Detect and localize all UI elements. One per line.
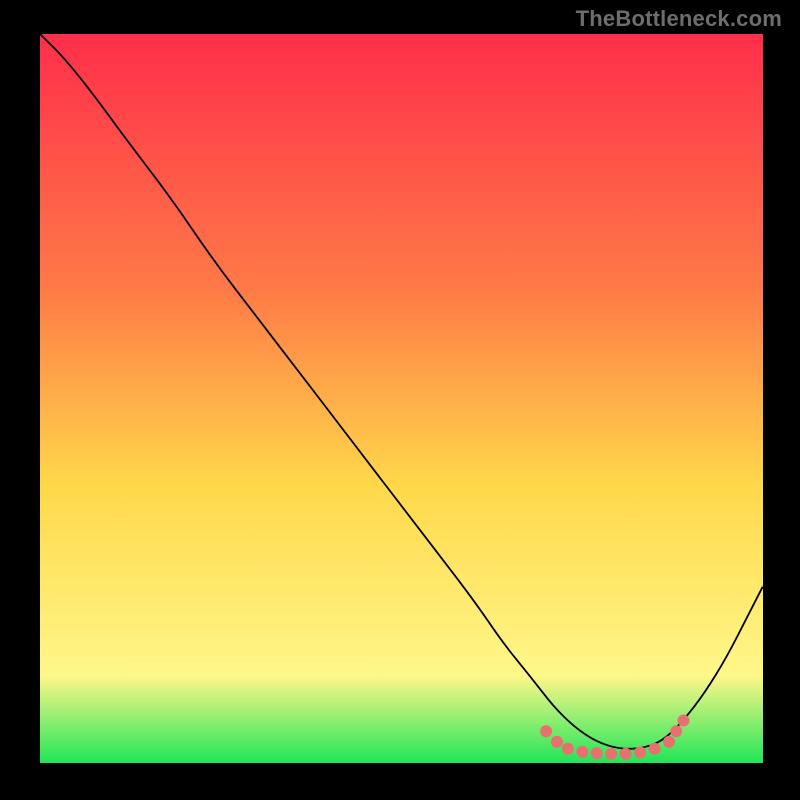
curve-marker (576, 746, 588, 758)
chart-frame: TheBottleneck.com (0, 0, 800, 800)
curve-marker (620, 748, 632, 760)
curve-marker (562, 743, 574, 755)
curve-marker (670, 725, 682, 737)
curve-marker (663, 736, 675, 748)
plot-svg (40, 34, 763, 763)
curve-marker (605, 748, 617, 760)
curve-marker (591, 747, 603, 759)
curve-marker (551, 736, 563, 748)
watermark-text: TheBottleneck.com (576, 6, 782, 32)
gradient-background (40, 34, 763, 763)
curve-marker (540, 725, 552, 737)
plot-area (40, 34, 763, 763)
curve-marker (678, 715, 690, 727)
curve-marker (634, 746, 646, 758)
curve-marker (649, 743, 661, 755)
